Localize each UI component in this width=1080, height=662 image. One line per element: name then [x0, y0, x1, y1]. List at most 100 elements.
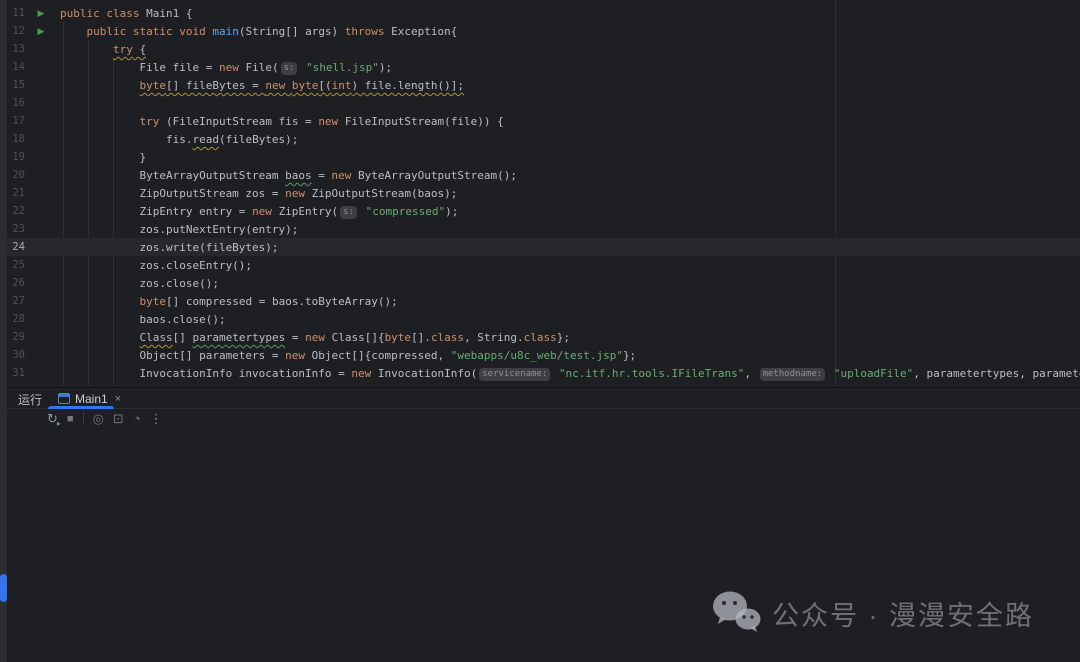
code-text: InvocationInfo invocationInfo = new Invo… [60, 367, 1080, 380]
code-text: ZipEntry entry = new ZipEntry(s: "compre… [60, 205, 458, 218]
line-number: 29 [7, 328, 25, 346]
code-token: InvocationInfo invocationInfo = [60, 367, 351, 380]
code-line[interactable]: 11▶public class Main1 { [0, 4, 1080, 22]
code-token: "compressed" [359, 205, 445, 218]
code-token: "nc.itf.hr.tools.IFileTrans" [552, 367, 744, 380]
code-text: zos.putNextEntry(entry); [60, 223, 298, 236]
code-token: , parametertypes, parameters); [913, 367, 1080, 380]
code-text: ByteArrayOutputStream baos = new ByteArr… [60, 169, 517, 182]
code-text: Class[] parametertypes = new Class[]{byt… [60, 331, 570, 344]
code-token: baos.close(); [60, 313, 226, 326]
code-line[interactable]: 26 zos.close(); [0, 274, 1080, 292]
line-number: 18 [7, 130, 25, 148]
code-token: , String. [464, 331, 524, 344]
code-text: public class Main1 { [60, 7, 192, 20]
code-token: class [524, 331, 557, 344]
close-tab-icon[interactable]: × [115, 393, 121, 405]
code-token: new [332, 169, 359, 182]
line-number: 15 [7, 76, 25, 94]
code-line[interactable]: 16 [0, 94, 1080, 112]
line-number: 25 [7, 256, 25, 274]
code-line[interactable]: 19 } [0, 148, 1080, 166]
code-token: try [113, 43, 133, 56]
more-icon[interactable]: ⋮ [150, 410, 163, 428]
code-text: public static void main(String[] args) t… [60, 25, 457, 38]
code-line[interactable]: 30 Object[] parameters = new Object[]{co… [0, 346, 1080, 364]
code-token: ); [379, 61, 392, 74]
line-number: 31 [7, 364, 25, 382]
code-token: "shell.jsp" [299, 61, 378, 74]
code-token: new [305, 331, 332, 344]
code-token: = [285, 331, 305, 344]
code-line[interactable]: 13 try { [0, 40, 1080, 58]
code-token: (fileBytes); [219, 133, 298, 146]
code-token: []. [411, 331, 431, 344]
code-text: byte[] compressed = baos.toByteArray(); [60, 295, 398, 308]
run-line-icon[interactable]: ▶ [33, 22, 49, 40]
code-token: baos [285, 169, 312, 182]
stripe-active-indicator[interactable] [0, 574, 7, 602]
code-token: public class [60, 7, 146, 20]
code-text: zos.closeEntry(); [60, 259, 252, 272]
code-line[interactable]: 24 zos.write(fileBytes); [0, 238, 1080, 256]
stop-icon[interactable]: ■ [67, 410, 74, 428]
code-token: int [332, 79, 352, 92]
code-line[interactable]: 25 zos.closeEntry(); [0, 256, 1080, 274]
code-line[interactable]: 27 byte[] compressed = baos.toByteArray(… [0, 292, 1080, 310]
line-number: 28 [7, 310, 25, 328]
code-token: InvocationInfo( [378, 367, 477, 380]
code-token: } [60, 151, 146, 164]
code-token: public static void [87, 25, 213, 38]
inlay-hint: methodname: [760, 368, 826, 381]
code-token: new [285, 349, 312, 362]
code-token: = [312, 169, 332, 182]
code-token: throws [345, 25, 391, 38]
run-line-icon[interactable]: ▶ [33, 4, 49, 22]
code-line[interactable]: 21 ZipOutputStream zos = new ZipOutputSt… [0, 184, 1080, 202]
code-token: (String[] args) [239, 25, 345, 38]
code-token: byte [292, 79, 319, 92]
code-token: zos.close(); [60, 277, 219, 290]
line-number: 24 [7, 238, 25, 256]
code-text: baos.close(); [60, 313, 226, 326]
code-token: byte [139, 79, 166, 92]
code-token: [( [318, 79, 331, 92]
snapshot-icon[interactable]: ◎ [93, 410, 104, 428]
inlay-hint: s: [340, 206, 357, 219]
run-toolbar: ↻▸ ■ ◎ ⊡ ◔ ⋮ [7, 409, 163, 428]
inlay-hint: s: [281, 62, 298, 75]
code-token: Main1 { [146, 7, 192, 20]
code-line[interactable]: 29 Class[] parametertypes = new Class[]{… [0, 328, 1080, 346]
code-line[interactable]: 18 fis.read(fileBytes); [0, 130, 1080, 148]
line-number: 22 [7, 202, 25, 220]
code-line[interactable]: 31 InvocationInfo invocationInfo = new I… [0, 364, 1080, 382]
inlay-hint: servicename: [479, 368, 550, 381]
code-token: Class[]{ [332, 331, 385, 344]
line-number: 27 [7, 292, 25, 310]
code-token: [] compressed = baos.toByteArray(); [166, 295, 398, 308]
code-token: Class [139, 331, 172, 344]
code-line[interactable]: 23 zos.putNextEntry(entry); [0, 220, 1080, 238]
code-line[interactable]: 12▶ public static void main(String[] arg… [0, 22, 1080, 40]
line-number: 17 [7, 112, 25, 130]
line-number: 19 [7, 148, 25, 166]
tool-window-stripe [0, 0, 7, 662]
code-token: ZipEntry( [279, 205, 339, 218]
code-line[interactable]: 22 ZipEntry entry = new ZipEntry(s: "com… [0, 202, 1080, 220]
history-icon[interactable]: ◔ [133, 410, 141, 428]
code-line[interactable]: 14 File file = new File(s: "shell.jsp"); [0, 58, 1080, 76]
code-text: byte[] fileBytes = new byte[(int) file.l… [60, 79, 464, 92]
line-number: 26 [7, 274, 25, 292]
code-line[interactable]: 28 baos.close(); [0, 310, 1080, 328]
code-token: new [351, 367, 378, 380]
tool-window-title: 运行 [18, 391, 42, 408]
editor-lines: 11▶public class Main1 {12▶ public static… [0, 4, 1080, 382]
code-token: ) file.length()]; [351, 79, 464, 92]
run-panel-header: 运行 Main1 × [7, 389, 1080, 409]
code-line[interactable]: 15 byte[] fileBytes = new byte[(int) fil… [0, 76, 1080, 94]
rerun-play-overlay-icon: ▸ [57, 420, 61, 428]
code-line[interactable]: 20 ByteArrayOutputStream baos = new Byte… [0, 166, 1080, 184]
restore-icon[interactable]: ⊡ [113, 410, 124, 428]
code-line[interactable]: 17 try (FileInputStream fis = new FileIn… [0, 112, 1080, 130]
rerun-icon[interactable]: ↻▸ [47, 410, 58, 428]
